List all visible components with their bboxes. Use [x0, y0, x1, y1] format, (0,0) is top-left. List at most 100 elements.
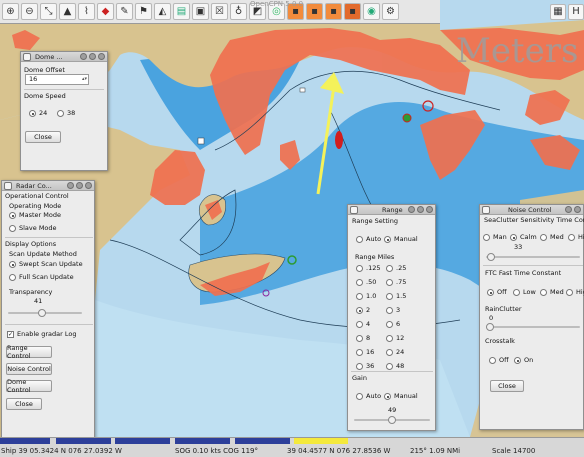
noise-panel-titlebar[interactable]: Noise Control — [480, 205, 583, 215]
window-menu-icon[interactable] — [482, 206, 490, 214]
close-icon[interactable] — [98, 53, 105, 60]
help-icon[interactable]: H — [568, 4, 584, 20]
radar-d-icon[interactable]: ▪ — [344, 3, 361, 20]
sea-clutter-slider[interactable] — [486, 253, 580, 261]
gain-manual-radio[interactable] — [384, 393, 391, 400]
range-miles-radio[interactable] — [386, 265, 393, 272]
chart-bar-segment[interactable] — [115, 438, 170, 444]
ftc-med-radio[interactable] — [540, 289, 547, 296]
chart-icon[interactable]: ▤ — [173, 3, 190, 20]
radar-c-icon[interactable]: ▪ — [325, 3, 342, 20]
radar-b-icon[interactable]: ▪ — [306, 3, 323, 20]
range-control-button[interactable]: Range Control — [6, 344, 52, 360]
swept-scan-radio[interactable] — [9, 261, 16, 268]
range-miles-radio[interactable] — [386, 321, 393, 328]
grib-icon[interactable]: ▦ — [550, 4, 566, 20]
dome-offset-spinner[interactable]: 16 ▴▾ — [25, 74, 89, 85]
chart-bar-segment[interactable] — [56, 438, 111, 444]
range-manual-radio[interactable] — [384, 236, 391, 243]
crosstalk-off-radio[interactable] — [489, 357, 496, 364]
dome-speed-24-radio[interactable] — [29, 110, 36, 117]
dome-speed-38-radio[interactable] — [57, 110, 64, 117]
settings-icon[interactable]: ✎ — [116, 3, 133, 20]
gradar-log-checkbox[interactable]: ✓ — [7, 331, 14, 338]
transparency-slider[interactable] — [8, 309, 82, 317]
sea-man-radio[interactable] — [483, 234, 490, 241]
range-miles-radio[interactable] — [356, 307, 363, 314]
zoom-in-icon[interactable]: ⊕ — [2, 3, 19, 20]
maximize-icon[interactable] — [417, 206, 424, 213]
range-miles-radio[interactable] — [356, 321, 363, 328]
dashboard-icon[interactable]: ◉ — [363, 3, 380, 20]
track-icon[interactable]: ♁ — [230, 3, 247, 20]
window-menu-icon[interactable] — [4, 182, 12, 190]
ais-icon[interactable]: ⚑ — [135, 3, 152, 20]
close-icon[interactable] — [85, 182, 92, 189]
radar-close-button[interactable]: Close — [6, 398, 42, 410]
chart-bar-segment[interactable] — [175, 438, 230, 444]
range-miles-radio[interactable] — [386, 335, 393, 342]
close-icon[interactable] — [426, 206, 433, 213]
range-miles-radio[interactable] — [386, 279, 393, 286]
range-miles-radio[interactable] — [356, 293, 363, 300]
ftc-low-radio[interactable] — [513, 289, 520, 296]
slave-mode-radio[interactable] — [9, 225, 16, 232]
scale-in-icon[interactable]: ⤡ — [40, 3, 57, 20]
route-icon[interactable]: ⌇ — [78, 3, 95, 20]
minimize-icon[interactable] — [565, 206, 572, 213]
zoom-out-icon[interactable]: ⊖ — [21, 3, 38, 20]
range-miles-radio[interactable] — [356, 363, 363, 370]
maximize-icon[interactable] — [76, 182, 83, 189]
chart-bar-segment-active[interactable] — [294, 438, 348, 444]
minimize-icon[interactable] — [67, 182, 74, 189]
radar-panel-titlebar[interactable]: Radar Co... — [2, 181, 94, 191]
rain-clutter-slider[interactable] — [486, 323, 580, 331]
dome-close-button[interactable]: Close — [25, 131, 61, 143]
buoy-green-icon[interactable] — [402, 113, 412, 123]
maximize-icon[interactable] — [89, 53, 96, 60]
range-miles-radio[interactable] — [386, 349, 393, 356]
chart-bar-segment[interactable] — [235, 438, 290, 444]
slider-thumb[interactable] — [486, 323, 494, 331]
auto-follow-icon[interactable]: ◆ — [97, 3, 114, 20]
range-miles-radio[interactable] — [386, 307, 393, 314]
range-auto-radio[interactable] — [356, 236, 363, 243]
ship-icon[interactable] — [335, 131, 343, 149]
sea-med-radio[interactable] — [540, 234, 547, 241]
close-icon[interactable] — [574, 206, 581, 213]
slider-thumb[interactable] — [388, 416, 396, 424]
range-miles-radio[interactable] — [356, 349, 363, 356]
print-icon[interactable]: ▣ — [192, 3, 209, 20]
range-panel-titlebar[interactable]: Range — [348, 205, 435, 215]
minimize-icon[interactable] — [80, 53, 87, 60]
ftc-off-radio[interactable] — [487, 289, 494, 296]
chart-bar-segment[interactable] — [0, 438, 50, 444]
range-miles-radio[interactable] — [386, 293, 393, 300]
dome-panel-titlebar[interactable]: Dome ... — [21, 52, 107, 62]
plugin-icon[interactable]: ⚙ — [382, 3, 399, 20]
range-miles-radio[interactable] — [356, 265, 363, 272]
tide-icon[interactable]: ◭ — [154, 3, 171, 20]
slider-thumb[interactable] — [38, 309, 46, 317]
sea-calm-radio[interactable] — [510, 234, 517, 241]
master-mode-radio[interactable] — [9, 212, 16, 219]
dome-control-button[interactable]: Dome Control — [6, 378, 52, 394]
range-miles-radio[interactable] — [356, 335, 363, 342]
route-manager-icon[interactable]: ☒ — [211, 3, 228, 20]
range-miles-radio[interactable] — [356, 279, 363, 286]
full-scan-radio[interactable] — [9, 274, 16, 281]
crosstalk-on-radio[interactable] — [514, 357, 521, 364]
slider-thumb[interactable] — [487, 253, 495, 261]
range-miles-label: 6 — [396, 320, 401, 328]
gain-auto-radio[interactable] — [356, 393, 363, 400]
window-menu-icon[interactable] — [23, 53, 31, 61]
window-menu-icon[interactable] — [350, 206, 358, 214]
range-miles-radio[interactable] — [386, 363, 393, 370]
ftc-high-radio[interactable] — [566, 289, 573, 296]
minimize-icon[interactable] — [408, 206, 415, 213]
noise-control-button[interactable]: Noise Control — [6, 363, 52, 375]
sea-hi-radio[interactable] — [568, 234, 575, 241]
noise-close-button[interactable]: Close — [490, 380, 524, 392]
scale-out-icon[interactable]: ▲ — [59, 3, 76, 20]
gain-slider[interactable] — [354, 416, 430, 424]
